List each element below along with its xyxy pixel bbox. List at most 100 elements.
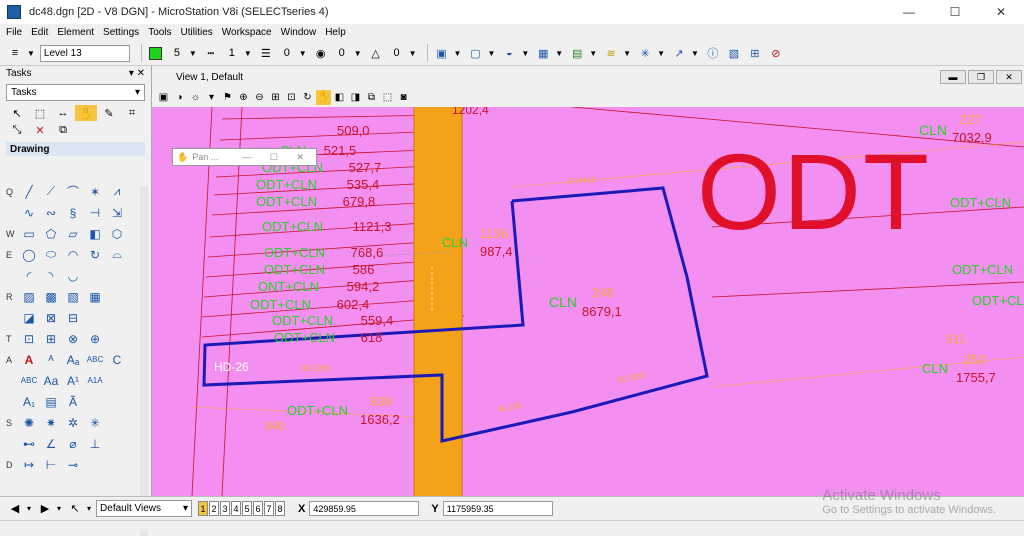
dimension-icon[interactable]: ⌗ [121,105,143,121]
snap-icon[interactable]: ✳ [636,44,654,62]
chevron-down-icon[interactable]: ▾ [27,504,31,513]
match-text-icon[interactable]: Aa [40,371,62,390]
view-minimize-button[interactable]: ▬ [940,70,966,84]
create-region-icon[interactable]: ◪ [18,308,40,327]
maximize-button[interactable]: ☐ [932,0,978,24]
line-style-icon[interactable]: ┅ [202,44,220,62]
chevron-down-icon[interactable]: ▼ [189,49,197,58]
group-holes-icon[interactable]: ⊞ [40,329,62,348]
view-attributes-icon[interactable]: ▣ [156,90,171,105]
snap-intersect-icon[interactable]: ✳ [84,413,106,432]
view-5-button[interactable]: 5 [242,501,253,516]
text-node-icon[interactable]: Aₐ [62,350,84,369]
saved-views-select[interactable]: Default Views ▾ [96,500,193,517]
color-swatch-icon[interactable] [147,44,165,62]
view-7-button[interactable]: 7 [264,501,275,516]
half-ellipse-icon[interactable]: ◡ [62,266,84,285]
view-6-button[interactable]: 6 [253,501,264,516]
measure-icon[interactable]: ↔ [52,105,74,121]
chevron-down-icon[interactable]: ▼ [521,49,529,58]
view-restore-button[interactable]: ❐ [968,70,994,84]
priority-icon[interactable]: △ [367,44,385,62]
fill-enter-data-icon[interactable]: A₁ [18,392,40,411]
polygon-icon[interactable]: ⬠ [40,224,62,243]
x-coordinate-field[interactable]: 429859.95 [309,501,420,516]
group-icon[interactable]: ⊡ [18,329,40,348]
palette-icon[interactable]: ✎ [98,105,120,121]
chevron-down-icon[interactable]: ▼ [555,49,563,58]
drawing-canvas[interactable]: ODT HD-26 509,0 1202,4 CLN 521,5 ODT+CLN… [152,107,1024,496]
copy-icon[interactable]: ⧉ [52,122,74,138]
snap-mode-icon[interactable]: ✲ [62,413,84,432]
minimize-button[interactable]: — [886,0,932,24]
fence-icon[interactable]: ⬚ [29,105,51,121]
tasks-selector[interactable]: Tasks ▾ [6,84,145,101]
menu-settings[interactable]: Settings [103,27,139,38]
copy-enter-data-icon[interactable]: ▤ [40,392,62,411]
view-8-button[interactable]: 8 [275,501,286,516]
place-multiline-icon[interactable]: ⩘ [106,182,128,201]
chevron-down-icon[interactable]: ▾ [204,90,219,105]
chevron-down-icon[interactable]: ▼ [691,49,699,58]
dimension-radial-icon[interactable]: ⌀ [62,434,84,453]
navigate-forward-icon[interactable]: ▶ [36,500,54,518]
window-area-icon[interactable]: ⊞ [268,90,283,105]
trim-icon[interactable]: ⊣ [84,203,106,222]
text-style-icon[interactable]: Ã [62,392,84,411]
display-style-icon[interactable]: ◒ [500,44,518,62]
change-text-icon[interactable]: C [106,350,128,369]
snap-points-icon[interactable]: ✺ [18,413,40,432]
info-icon[interactable]: ⓘ [704,44,722,62]
pan-hand-icon[interactable]: ✋ [75,105,97,121]
dimension-angle-icon[interactable]: ∠ [40,434,62,453]
fit-view-icon[interactable]: ⊡ [284,90,299,105]
chevron-down-icon[interactable]: ▼ [27,49,35,58]
arc-icon[interactable]: ◠ [62,245,84,264]
reference-icon[interactable]: ▦ [534,44,552,62]
chevron-down-icon[interactable]: ▼ [657,49,665,58]
view-close-button[interactable]: ✕ [996,70,1022,84]
place-line-icon[interactable]: ╱ [18,182,40,201]
edit-text-icon[interactable]: ᴬ [40,350,62,369]
raster-icon[interactable]: ▤ [568,44,586,62]
level-display-icon[interactable]: ≋ [602,44,620,62]
chevron-down-icon[interactable]: ▼ [589,49,597,58]
dimension-size-icon[interactable]: ⊷ [18,434,40,453]
chevron-down-icon[interactable]: ▾ [135,87,140,98]
chevron-down-icon[interactable]: ▼ [454,49,462,58]
arc-radius-icon[interactable]: ⌓ [106,245,128,264]
view-next-icon[interactable]: ◨ [348,90,363,105]
update-view-icon[interactable]: ⚑ [220,90,235,105]
curve-icon[interactable]: ∿ [18,203,40,222]
extend-icon[interactable]: ⇲ [106,203,128,222]
chevron-down-icon[interactable]: ▼ [409,49,417,58]
tasks-panel-controls[interactable]: ▾ ✕ [129,68,145,79]
arc-center-icon[interactable]: ◜ [18,266,40,285]
y-coordinate-field[interactable]: 1175959.35 [442,501,553,516]
place-text-icon[interactable]: A [18,350,40,369]
rotate-view-icon[interactable]: ↻ [300,90,315,105]
grid-icon[interactable]: ⊞ [746,44,764,62]
pan-view-icon[interactable]: ✋ [316,89,331,105]
chevron-down-icon[interactable]: ▼ [299,49,307,58]
menu-window[interactable]: Window [281,27,317,38]
transparency-icon[interactable]: ◉ [312,44,330,62]
zoom-in-icon[interactable]: ⊕ [236,90,251,105]
place-arc-line-icon[interactable]: ⌒ [62,182,84,201]
drop-element-icon[interactable]: ⊗ [62,329,84,348]
element-selection-icon[interactable]: ▢ [466,44,484,62]
menu-tools[interactable]: Tools [148,27,171,38]
dimension-arc-icon[interactable]: ⊸ [62,455,84,474]
pattern-area-icon[interactable]: ▦ [84,287,106,306]
increment-text-icon[interactable]: A¹ [62,371,84,390]
pan-dialog-controls[interactable]: — ☐ ✕ [242,152,312,163]
stream-curve-icon[interactable]: ∾ [40,203,62,222]
accudraw-icon[interactable]: ↗ [670,44,688,62]
chevron-down-icon[interactable]: ▼ [244,49,252,58]
element-selection-icon[interactable]: ↖ [6,105,28,121]
pan-tool-dialog[interactable]: ✋ Pan ... — ☐ ✕ [172,148,317,166]
complex-shape-icon[interactable]: ⬡ [106,224,128,243]
microstation-app-icon[interactable] [7,5,21,19]
view-4-button[interactable]: 4 [231,501,242,516]
display-text-icon[interactable]: ABC [18,371,40,390]
